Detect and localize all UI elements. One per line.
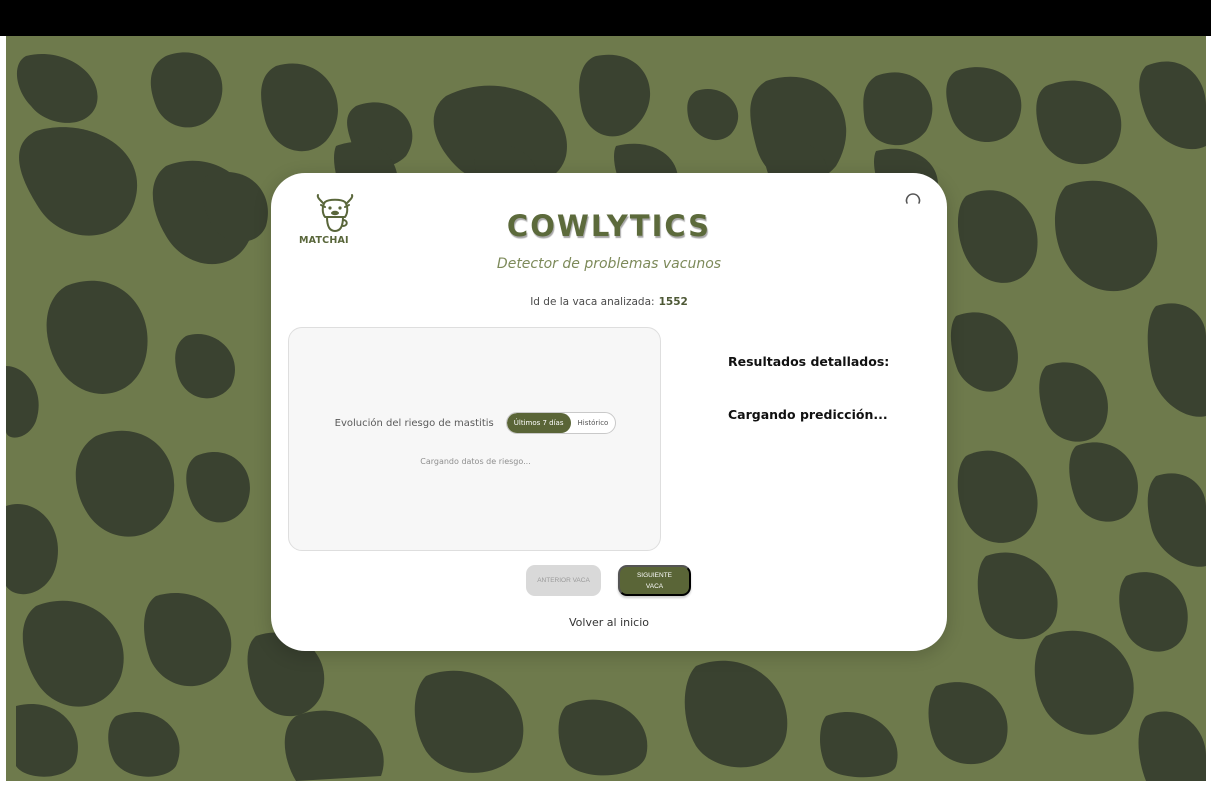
toggle-last-7-days[interactable]: Últimos 7 días [506, 413, 571, 433]
app-screen: MATCHAI COWLYTICS Detector de problemas … [0, 0, 1211, 785]
risk-chart-panel: Evolución del riesgo de mastitis Últimos… [288, 327, 661, 551]
cow-id-label: Id de la vaca analizada: [530, 296, 655, 308]
top-black-bar [0, 0, 1211, 36]
chart-loading-text: Cargando datos de riesgo... [420, 457, 531, 466]
next-cow-button[interactable]: SIGUIENTE VACA [618, 565, 691, 596]
app-title: COWLYTICS [506, 209, 712, 243]
chart-title: Evolución del riesgo de mastitis [334, 417, 494, 429]
app-subtitle: Detector de problemas vacunos [496, 256, 722, 272]
back-to-home-link[interactable]: Volver al inicio [271, 616, 947, 629]
chart-header: Evolución del riesgo de mastitis Últimos… [289, 412, 662, 434]
prediction-loading-text: Cargando predicción... [728, 407, 888, 422]
cow-id-line: Id de la vaca analizada: 1552 [271, 296, 947, 308]
toggle-history[interactable]: Histórico [571, 413, 616, 433]
main-card: MATCHAI COWLYTICS Detector de problemas … [271, 173, 947, 651]
range-toggle: Últimos 7 días Histórico [505, 412, 617, 434]
previous-cow-button[interactable]: ANTERIOR VACA [526, 565, 601, 596]
results-heading: Resultados detallados: [728, 354, 890, 369]
cow-id-value: 1552 [658, 296, 688, 308]
loading-spinner-icon [905, 193, 921, 204]
